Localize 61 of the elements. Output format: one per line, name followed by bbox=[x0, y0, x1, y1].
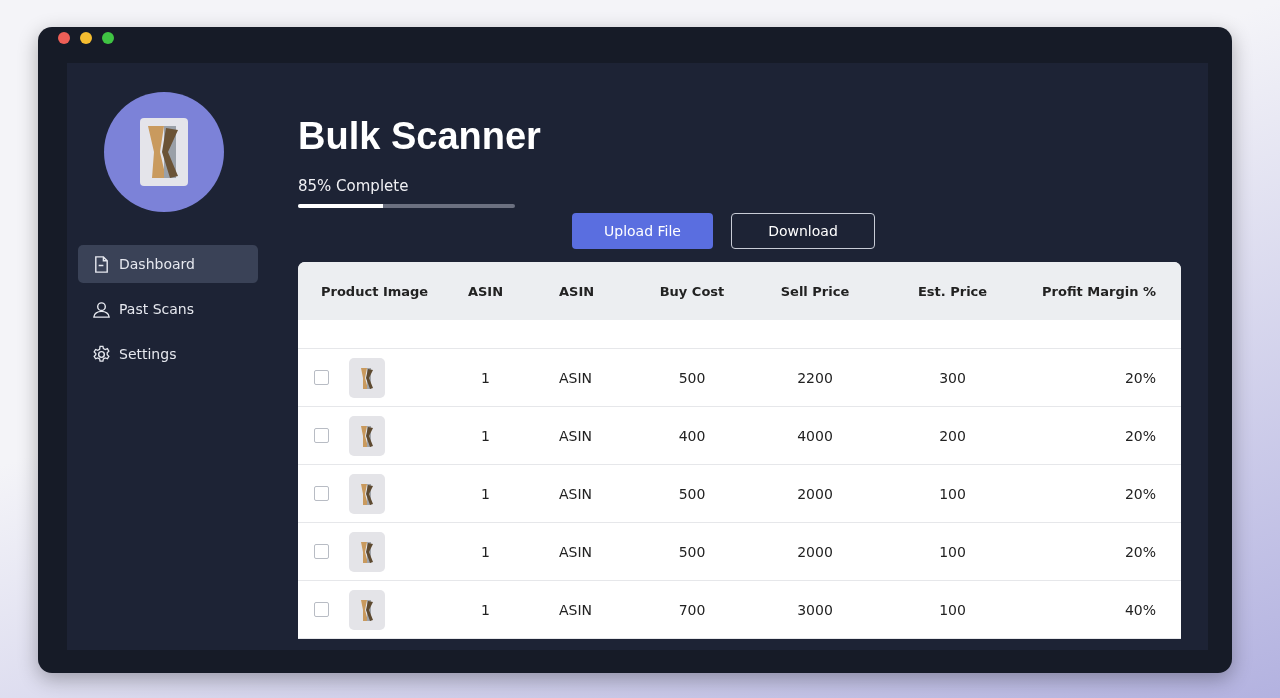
product-thumbnail-icon bbox=[349, 415, 385, 456]
table-cell-text: 200 bbox=[938, 427, 967, 444]
table-cell-text: 20% bbox=[1123, 427, 1156, 444]
sidebar-item[interactable]: Settings bbox=[78, 335, 258, 373]
table-cell-text: 4000 bbox=[796, 427, 834, 444]
column-header: Sell Price bbox=[779, 283, 851, 299]
table-cell-text: 2000 bbox=[796, 543, 834, 560]
column-header: ASIN bbox=[558, 283, 596, 299]
row-checkbox[interactable] bbox=[314, 370, 329, 385]
table-cell-text: 40% bbox=[1123, 601, 1156, 618]
table-cell-text: 1 bbox=[480, 601, 491, 618]
table-cell-text: 100 bbox=[938, 543, 967, 560]
column-header: Product Image bbox=[320, 283, 430, 299]
table-cell-text: 500 bbox=[677, 369, 707, 386]
close-icon[interactable] bbox=[58, 32, 70, 44]
table-cell-text: 3000 bbox=[796, 601, 834, 618]
column-header: ASIN bbox=[466, 283, 505, 299]
sidebar-item[interactable]: Dashboard bbox=[78, 245, 258, 283]
table-cell-text: 500 bbox=[677, 543, 707, 560]
row-checkbox[interactable] bbox=[314, 602, 329, 617]
column-header: Buy Cost bbox=[658, 283, 726, 299]
progress-label: 85% Complete bbox=[298, 177, 409, 195]
table-cell-text: 300 bbox=[938, 369, 967, 386]
minimize-icon[interactable] bbox=[80, 32, 92, 44]
table-cell-text: 20% bbox=[1123, 543, 1156, 560]
product-logo-icon bbox=[140, 118, 188, 186]
table-cell-text: 2200 bbox=[796, 369, 834, 386]
table-cell-text: ASIN bbox=[558, 369, 594, 386]
sidebar-item[interactable]: Past Scans bbox=[78, 290, 258, 328]
table-cell-text: 20% bbox=[1123, 369, 1156, 386]
table-cell-text: 1 bbox=[480, 427, 491, 444]
page-title: Bulk Scanner bbox=[298, 114, 541, 159]
table-cell-text: 2000 bbox=[796, 485, 834, 502]
table-cell-text: 1 bbox=[480, 485, 491, 502]
row-checkbox[interactable] bbox=[314, 428, 329, 443]
table-cell-text: 400 bbox=[677, 427, 707, 444]
settings-icon bbox=[92, 344, 111, 364]
download-button[interactable]: Download bbox=[731, 213, 875, 249]
table-cell-text: 100 bbox=[938, 601, 967, 618]
product-thumbnail-icon bbox=[349, 589, 385, 630]
product-thumbnail-icon bbox=[349, 531, 385, 572]
upload-button[interactable]: Upload File bbox=[572, 213, 713, 249]
table-cell-text: 1 bbox=[480, 543, 491, 560]
row-checkbox[interactable] bbox=[314, 544, 329, 559]
document-icon bbox=[92, 254, 111, 274]
table-cell-text: 100 bbox=[938, 485, 967, 502]
row-checkbox[interactable] bbox=[314, 486, 329, 501]
column-header: Est. Price bbox=[916, 283, 989, 299]
table-cell-text: ASIN bbox=[558, 601, 594, 618]
product-thumbnail-icon bbox=[349, 357, 385, 398]
table-cell-text: ASIN bbox=[558, 543, 594, 560]
table-cell-text: ASIN bbox=[558, 427, 594, 444]
table-cell-text: 20% bbox=[1123, 485, 1156, 502]
person-icon bbox=[92, 299, 111, 319]
table-cell-text: 1 bbox=[480, 369, 491, 386]
table-cell-text: 700 bbox=[677, 601, 707, 618]
table-cell-text: 500 bbox=[677, 485, 707, 502]
product-thumbnail-icon bbox=[349, 473, 385, 514]
column-header: Profit Margin % bbox=[1041, 283, 1156, 299]
maximize-icon[interactable] bbox=[102, 32, 114, 44]
table-cell-text: ASIN bbox=[558, 485, 594, 502]
